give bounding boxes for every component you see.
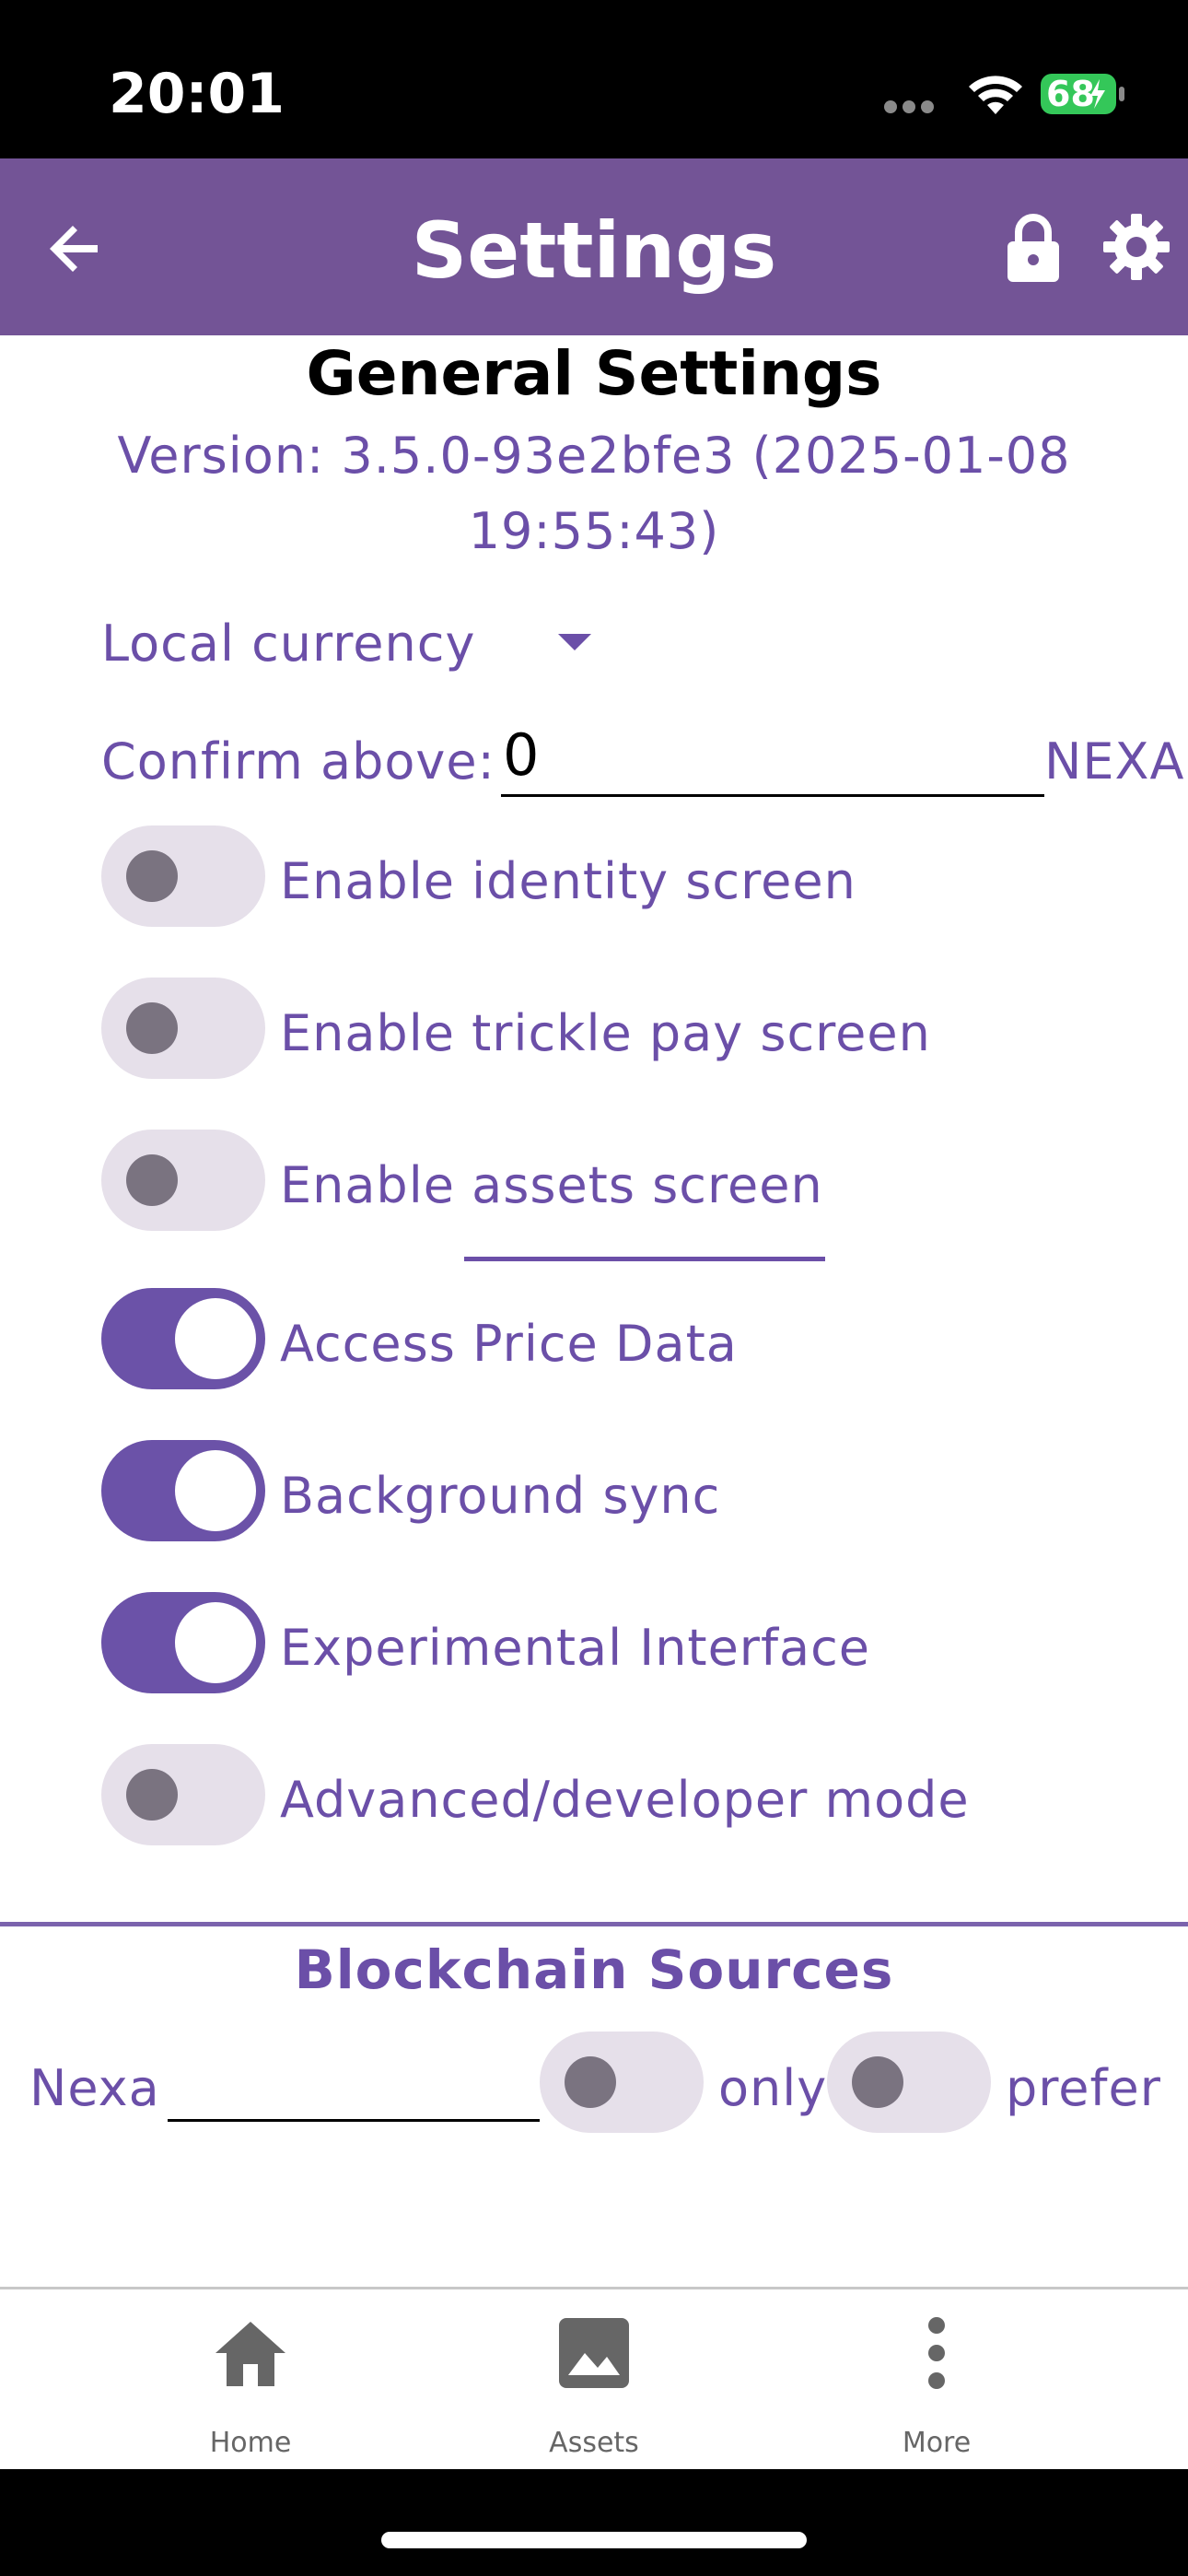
developer-mode-label: Advanced/developer mode	[280, 1771, 970, 1829]
section-divider	[0, 1922, 1188, 1926]
chain-source-input[interactable]	[168, 2040, 540, 2122]
confirm-unit: NEXA	[1044, 732, 1185, 790]
status-time: 20:01	[109, 62, 285, 126]
assets-screen-label: Enable assets screen	[280, 1156, 823, 1214]
dropdown-arrow-icon[interactable]	[558, 634, 591, 650]
battery-icon: 68	[1039, 72, 1127, 116]
price-data-label: Access Price Data	[280, 1315, 738, 1373]
focus-underline	[464, 1257, 825, 1261]
switch-knob	[565, 2056, 616, 2108]
more-vert-icon	[928, 2317, 945, 2389]
confirm-above-label: Confirm above:	[101, 732, 495, 790]
switch-knob	[852, 2056, 903, 2108]
background-sync-switch[interactable]	[101, 1440, 265, 1541]
chain-label: Nexa	[29, 2059, 160, 2117]
trickle-pay-screen-label: Enable trickle pay screen	[280, 1004, 931, 1062]
developer-mode-switch[interactable]	[101, 1744, 265, 1845]
switch-knob	[126, 850, 178, 902]
prefer-switch[interactable]	[827, 2032, 991, 2133]
general-settings-heading: General Settings	[306, 338, 882, 409]
confirm-above-input[interactable]	[501, 715, 1044, 797]
image-icon	[559, 2318, 629, 2388]
experimental-interface-switch[interactable]	[101, 1592, 265, 1693]
switch-knob	[175, 1298, 256, 1379]
lock-icon[interactable]	[1004, 214, 1063, 286]
nav-assets[interactable]: Assets	[483, 2303, 705, 2460]
version-text: Version: 3.5.0-93e2bfe3 (2025-01-08 19:5…	[117, 427, 1071, 560]
switch-knob	[175, 1602, 256, 1683]
signal-dots-icon	[884, 100, 958, 113]
prefer-label: prefer	[1006, 2059, 1161, 2117]
local-currency-dropdown-label[interactable]: Local currency	[101, 612, 475, 676]
blockchain-sources-heading: Blockchain Sources	[294, 1938, 894, 2001]
only-label: only	[718, 2059, 828, 2117]
switch-knob	[175, 1450, 256, 1531]
trickle-pay-screen-switch[interactable]	[101, 978, 265, 1079]
identity-screen-label: Enable identity screen	[280, 852, 856, 910]
nav-home-label: Home	[209, 2427, 292, 2459]
switch-knob	[126, 1154, 178, 1206]
switch-knob	[126, 1002, 178, 1054]
identity-screen-switch[interactable]	[101, 825, 265, 927]
switch-knob	[126, 1769, 178, 1821]
nav-assets-label: Assets	[549, 2427, 639, 2459]
gear-icon[interactable]	[1101, 212, 1171, 282]
wifi-icon	[969, 76, 1022, 114]
home-indicator[interactable]	[381, 2532, 807, 2548]
assets-screen-switch[interactable]	[101, 1130, 265, 1231]
nav-more-label: More	[902, 2427, 972, 2459]
price-data-switch[interactable]	[101, 1288, 265, 1389]
battery-level: 68	[1046, 74, 1095, 114]
home-indicator-area	[0, 2469, 1188, 2576]
only-switch[interactable]	[540, 2032, 704, 2133]
nav-more[interactable]: More	[826, 2303, 1047, 2460]
experimental-interface-label: Experimental Interface	[280, 1619, 871, 1677]
home-icon	[215, 2322, 285, 2386]
background-sync-label: Background sync	[280, 1467, 721, 1525]
nav-home[interactable]: Home	[140, 2303, 361, 2460]
